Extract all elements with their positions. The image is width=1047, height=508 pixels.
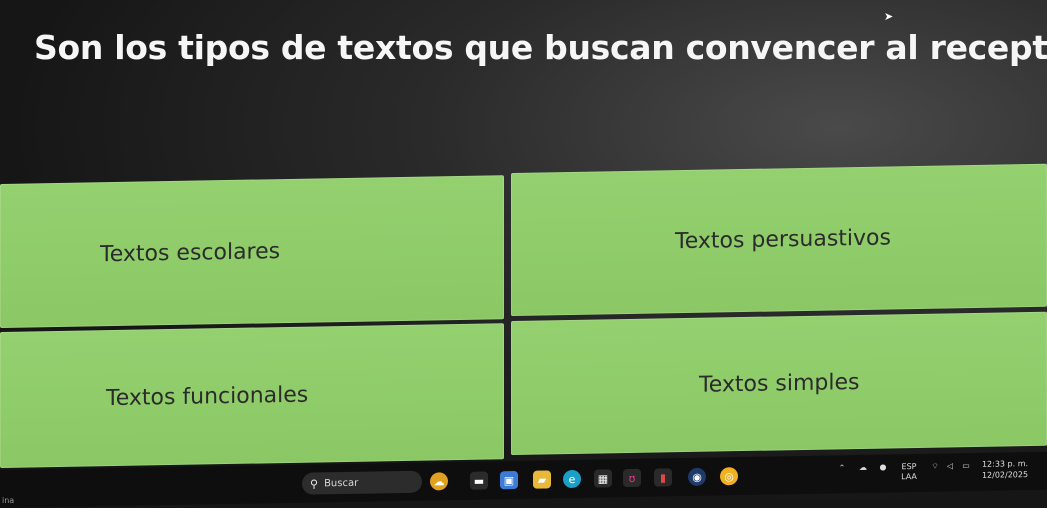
clock-time: 12:33 p. m.	[981, 459, 1029, 469]
language-top: ESP	[901, 462, 917, 472]
store-icon[interactable]: ▦	[594, 469, 612, 488]
app-icon[interactable]: ▮	[654, 468, 672, 487]
onedrive-icon[interactable]: ☁	[856, 463, 870, 473]
answer-grid: Textos escolares Textos persuastivos Tex…	[0, 163, 1047, 472]
taskbar-search-label: Buscar	[324, 477, 359, 489]
clock[interactable]: 12:33 p. m. 12/02/2025	[975, 458, 1035, 481]
answer-option-3-label: Textos funcionales	[106, 382, 309, 411]
answer-option-4[interactable]: Textos simples	[511, 311, 1047, 456]
chrome-icon[interactable]: ◎	[720, 467, 738, 486]
question-title: Son los tipos de textos que buscan conve…	[34, 28, 1047, 67]
answer-option-1[interactable]: Textos escolares	[0, 175, 504, 328]
language-indicator[interactable]: ESP LAA	[900, 462, 918, 482]
taskview-icon[interactable]: ▬	[470, 471, 488, 490]
corner-text: ina	[2, 496, 15, 505]
weather-icon[interactable]: ☁	[430, 472, 448, 491]
folder-icon[interactable]: ▰	[533, 470, 551, 489]
answer-option-2-label: Textos persuastivos	[675, 225, 891, 255]
search-icon: ⚲	[310, 476, 319, 491]
taskbar-search-input[interactable]: ⚲ Buscar	[302, 470, 422, 495]
windows-start-icon[interactable]	[276, 477, 292, 493]
answer-option-1-label: Textos escolares	[100, 238, 281, 267]
xiaomi-icon[interactable]: ʊ	[623, 468, 641, 488]
answer-option-3[interactable]: Textos funcionales	[0, 323, 504, 468]
language-bottom: LAA	[901, 471, 917, 482]
mouse-cursor-icon: ➤	[884, 10, 894, 23]
answer-option-2[interactable]: Textos persuastivos	[511, 163, 1047, 317]
clock-date: 12/02/2025	[981, 470, 1029, 480]
steam-icon[interactable]: ◉	[688, 467, 706, 486]
volume-icon[interactable]: ◁	[944, 461, 956, 471]
wifi-icon[interactable]: ⌔	[930, 462, 940, 472]
tray-dot-icon[interactable]: ●	[878, 462, 888, 472]
battery-icon[interactable]: ▭	[960, 461, 972, 471]
answer-option-4-label: Textos simples	[699, 369, 860, 398]
chevron-up-icon[interactable]: ⌃	[836, 463, 848, 473]
files-icon[interactable]: ▣	[500, 470, 518, 490]
edge-icon[interactable]: e	[563, 469, 581, 489]
